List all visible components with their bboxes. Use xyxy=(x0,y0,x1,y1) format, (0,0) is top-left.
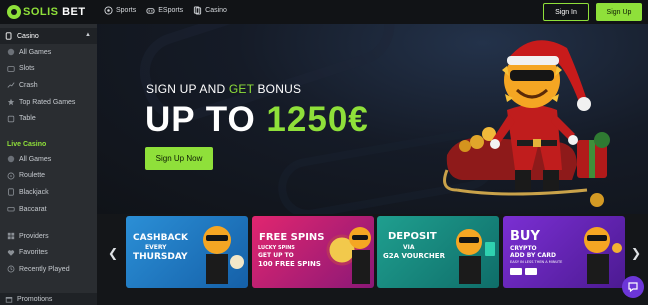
chevron-left-icon[interactable]: ❮ xyxy=(108,246,118,260)
sign-up-button[interactable]: Sign Up xyxy=(596,3,642,21)
sidebar-item-label: All Games xyxy=(19,155,52,163)
extra-section: Providers Favorites Recently Played xyxy=(0,228,97,278)
sidebar-item-label: All Games xyxy=(19,48,52,56)
promo-subtitle: GET UP TO xyxy=(258,252,294,259)
crash-icon xyxy=(7,82,15,89)
top-rated-icon xyxy=(7,98,15,106)
sidebar-item-table[interactable]: Table xyxy=(0,110,97,127)
sidebar-item-live-all-games[interactable]: All Games xyxy=(0,151,97,168)
sidebar-item-label: Slots xyxy=(19,65,35,73)
chevron-right-icon[interactable]: ❯ xyxy=(631,246,641,260)
promo-card-free-spins[interactable]: FREE SPINS LUCKY SPINS GET UP TO 100 FRE… xyxy=(252,216,374,288)
live-casino-header[interactable]: Live Casino xyxy=(0,137,97,151)
hero-title: UP TO 1250€ xyxy=(145,100,369,139)
chevron-up-icon[interactable]: ▲ xyxy=(85,32,91,38)
nav-label: Sports xyxy=(116,7,137,14)
top-bar: SOLIS BET Sports ESports Casino Sign In … xyxy=(0,0,648,24)
promo-subtitle: CRYPTO xyxy=(510,245,537,252)
chat-icon xyxy=(628,282,638,293)
sidebar-item-recently-played[interactable]: Recently Played xyxy=(0,261,97,278)
promo-subtitle: EASY IN LESS THEN A MINUTE xyxy=(510,260,563,264)
promo-title: BUY xyxy=(510,229,540,244)
sun-mascot-icon xyxy=(584,227,622,284)
sun-mascot-icon xyxy=(456,229,495,284)
promo-card-cashback[interactable]: CASHBACK EVERY THURSDAY xyxy=(126,216,248,288)
sidebar-item-baccarat[interactable]: Baccarat xyxy=(0,201,97,218)
sidebar-item-slots[interactable]: Slots xyxy=(0,61,97,78)
brand-name: SOLIS BET xyxy=(23,6,86,18)
nav-label: ESports xyxy=(158,7,184,14)
baccarat-icon xyxy=(7,207,15,212)
chat-support-button[interactable] xyxy=(622,276,644,298)
sidebar-item-label: Table xyxy=(19,115,36,123)
casino-section: Casino ▲ All Games Slots Crash Top Rated… xyxy=(0,28,97,127)
sidebar-item-crash[interactable]: Crash xyxy=(0,77,97,94)
sidebar-item-label: Favorites xyxy=(19,249,48,257)
slots-icon xyxy=(7,66,15,72)
santa-sun-mascot-illustration xyxy=(443,40,610,207)
casino-section-label: Casino xyxy=(17,32,39,40)
promo-subtitle: THURSDAY xyxy=(133,252,188,262)
sidebar-item-label: Blackjack xyxy=(19,188,49,196)
promo-subtitle: G2A VOURCHER xyxy=(383,252,445,260)
sidebar: Casino ▲ All Games Slots Crash Top Rated… xyxy=(0,24,97,305)
nav-casino[interactable]: Casino xyxy=(193,6,227,15)
gift-icon xyxy=(5,297,13,303)
promo-subtitle: 100 FREE SPINS xyxy=(258,260,321,268)
sun-logo-icon xyxy=(7,5,21,19)
wheel-mascot-icon xyxy=(326,227,371,284)
sign-up-now-button[interactable]: Sign Up Now xyxy=(145,147,213,170)
sidebar-item-all-games[interactable]: All Games xyxy=(0,44,97,61)
sidebar-item-label: Top Rated Games xyxy=(19,98,76,106)
promo-carousel: CASHBACK EVERY THURSDAY FREE SPINS LUCKY… xyxy=(126,216,626,288)
mastercard-icon xyxy=(525,268,537,275)
promo-title: CASHBACK xyxy=(133,233,188,243)
all-games-icon xyxy=(7,156,15,163)
clock-icon xyxy=(7,266,15,273)
promo-subtitle: ADD BY CARD xyxy=(510,252,557,259)
brand-logo[interactable]: SOLIS BET xyxy=(7,5,86,19)
soccer-ball-icon xyxy=(104,6,113,15)
visa-icon xyxy=(510,268,522,275)
sidebar-item-providers[interactable]: Providers xyxy=(0,228,97,245)
sidebar-item-label: Crash xyxy=(19,81,38,89)
nav-label: Casino xyxy=(205,7,227,14)
sun-mascot-icon xyxy=(203,226,244,284)
sidebar-item-top-rated[interactable]: Top Rated Games xyxy=(0,94,97,111)
sidebar-item-label: Providers xyxy=(19,232,49,240)
promo-title: DEPOSIT xyxy=(388,231,437,242)
gamepad-icon xyxy=(146,8,155,14)
blackjack-icon xyxy=(8,188,14,197)
sidebar-item-label: Promotions xyxy=(17,295,53,303)
sidebar-item-label: Roulette xyxy=(19,172,46,180)
roulette-icon xyxy=(7,172,15,180)
sidebar-item-promotions[interactable]: Promotions xyxy=(0,293,97,305)
promo-card-buy-crypto[interactable]: BUY CRYPTO ADD BY CARD EASY IN LESS THEN… xyxy=(503,216,625,288)
nav-esports[interactable]: ESports xyxy=(146,6,183,15)
table-icon xyxy=(7,115,15,122)
casino-icon xyxy=(5,32,12,40)
sidebar-item-label: Baccarat xyxy=(19,205,47,213)
live-casino-section: Live Casino All Games Roulette Blackjack… xyxy=(0,137,97,217)
sidebar-item-roulette[interactable]: Roulette xyxy=(0,168,97,185)
casino-section-header[interactable]: Casino ▲ xyxy=(0,28,97,44)
sidebar-item-favorites[interactable]: Favorites xyxy=(0,245,97,262)
promo-title: FREE SPINS xyxy=(259,232,325,243)
main-nav: Sports ESports Casino xyxy=(104,6,227,15)
sidebar-item-label: Recently Played xyxy=(19,265,70,273)
promo-subtitle: LUCKY SPINS xyxy=(258,245,295,251)
promo-card-deposit[interactable]: DEPOSIT VIA G2A VOURCHER xyxy=(377,216,499,288)
providers-icon xyxy=(7,233,15,240)
hero-banner: SIGN UP AND GET BONUS UP TO 1250€ Sign U… xyxy=(97,24,648,214)
cards-icon xyxy=(194,6,202,15)
heart-icon xyxy=(7,250,15,256)
promo-subtitle: VIA xyxy=(403,244,415,251)
hero-subtitle: SIGN UP AND GET BONUS xyxy=(146,82,302,96)
promo-subtitle: EVERY xyxy=(145,244,167,251)
sidebar-item-blackjack[interactable]: Blackjack xyxy=(0,184,97,201)
sign-in-button[interactable]: Sign In xyxy=(543,3,589,21)
nav-sports[interactable]: Sports xyxy=(104,6,136,15)
all-games-icon xyxy=(7,49,15,56)
